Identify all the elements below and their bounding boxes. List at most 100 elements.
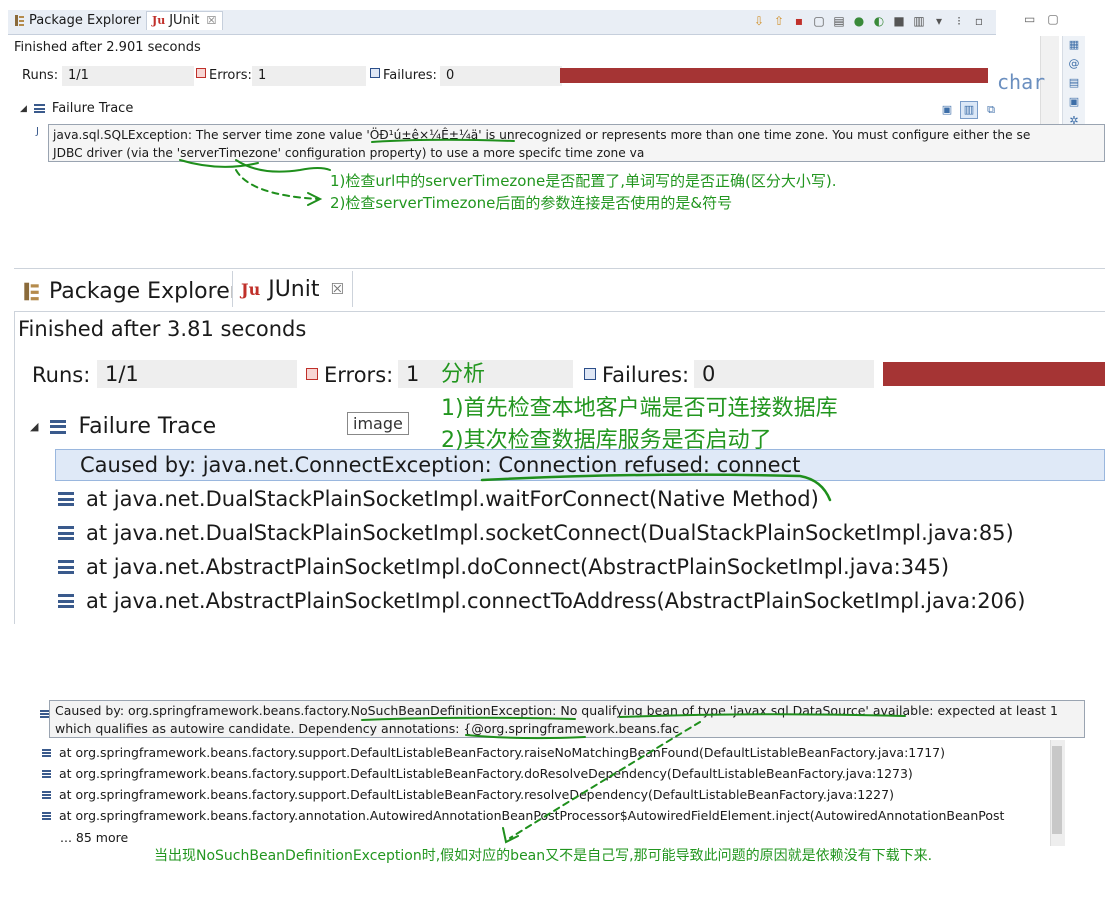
failure-trace-header: ◢ Failure Trace bbox=[30, 414, 216, 439]
failures-label: Failures: bbox=[602, 363, 690, 387]
runs-value: 1/1 bbox=[97, 360, 297, 388]
rerun-icon[interactable]: ● bbox=[852, 14, 866, 28]
trace-row[interactable]: at org.springframework.beans.factory.sup… bbox=[42, 745, 945, 760]
trace-row-text: at java.net.DualStackPlainSocketImpl.soc… bbox=[86, 521, 1014, 545]
annotation-title: 分析 bbox=[441, 362, 486, 387]
trace-row-text: at java.net.AbstractPlainSocketImpl.doCo… bbox=[86, 555, 950, 579]
errors-value: 1 bbox=[252, 66, 366, 86]
trace-row-text: at org.springframework.beans.factory.sup… bbox=[59, 787, 894, 802]
filter-stack-icon[interactable]: ▥ bbox=[960, 101, 978, 119]
maximize-icon[interactable]: ▢ bbox=[1047, 12, 1058, 26]
stack-frame-icon bbox=[58, 492, 74, 506]
stack-frame-icon bbox=[42, 748, 51, 757]
outline-icon[interactable]: ▦ bbox=[1063, 38, 1085, 51]
errors-label-group: Errors: bbox=[306, 363, 393, 387]
more-frames[interactable]: ... 85 more bbox=[60, 830, 128, 845]
tab-label: Package Explorer bbox=[49, 279, 239, 304]
selected-trace-text: Caused by: java.net.ConnectException: Co… bbox=[80, 453, 801, 477]
trace-row[interactable]: at java.net.DualStackPlainSocketImpl.wai… bbox=[58, 487, 819, 511]
junit-toolbar: ⇩ ⇧ ▪ ▢ ▤ ● ◐ ■ ▥ ▾ ⁝ ▫ bbox=[752, 14, 986, 28]
finished-status: Finished after 3.81 seconds bbox=[18, 317, 307, 341]
trace-row[interactable]: at org.springframework.beans.factory.ann… bbox=[42, 808, 1004, 823]
exception-tooltip: Caused by: org.springframework.beans.fac… bbox=[49, 700, 1085, 738]
show-failures-only-icon[interactable]: ▪ bbox=[792, 14, 806, 28]
collapse-icon[interactable]: ◢ bbox=[30, 420, 38, 433]
tab-package-explorer[interactable]: Package Explorer bbox=[14, 13, 141, 28]
history-icon[interactable]: ▤ bbox=[832, 14, 846, 28]
failures-value: 0 bbox=[440, 66, 562, 86]
at-icon[interactable]: @ bbox=[1063, 57, 1085, 70]
trace-row[interactable]: at java.net.AbstractPlainSocketImpl.doCo… bbox=[58, 555, 949, 579]
tooltip-line-1: Caused by: org.springframework.beans.fac… bbox=[55, 703, 1059, 718]
errors-value: 1 bbox=[398, 360, 573, 388]
tab-label: JUnit bbox=[169, 13, 200, 28]
failure-trace-header: ◢ Failure Trace bbox=[20, 101, 133, 116]
view-tab-bar: Package Explorer Ju JUnit ☒ bbox=[14, 268, 1105, 312]
stack-frame-icon bbox=[42, 790, 51, 799]
junit-icon: Ju bbox=[152, 14, 166, 27]
junit-icon: Ju bbox=[241, 279, 261, 299]
test-progress-bar bbox=[883, 362, 1105, 386]
view-tab-bar: Package Explorer Ju JUnit ☒ ⇩ ⇧ ▪ ▢ ▤ ● … bbox=[8, 10, 996, 35]
editor-text-fragment: char bbox=[997, 70, 1046, 94]
tooltip-line-1: java.sql.SQLException: The server time z… bbox=[53, 128, 1031, 142]
copy-trace-icon[interactable]: ⧉ bbox=[982, 101, 1000, 119]
stack-frame-icon bbox=[42, 769, 51, 778]
trace-row[interactable]: at java.net.AbstractPlainSocketImpl.conn… bbox=[58, 589, 1025, 613]
tooltip-line-2: which qualifies as autowire candidate. D… bbox=[55, 721, 680, 736]
view-menu-icon[interactable]: ⁝ bbox=[952, 14, 966, 28]
test-run-history-icon[interactable]: ▥ bbox=[912, 14, 926, 28]
collapse-icon[interactable]: ◢ bbox=[20, 104, 27, 114]
errors-label: Errors: bbox=[324, 363, 394, 387]
failures-label-group: Failures: bbox=[370, 68, 437, 83]
rerun-failed-first-icon[interactable]: ◐ bbox=[872, 14, 886, 28]
stack-frame-icon bbox=[58, 560, 74, 574]
task-list-icon[interactable]: ▤ bbox=[1063, 76, 1085, 89]
trace-row-text: at org.springframework.beans.factory.ann… bbox=[59, 808, 1005, 823]
tab-label: JUnit bbox=[268, 276, 320, 302]
failure-trace-label: Failure Trace bbox=[78, 414, 217, 439]
stack-frame-icon bbox=[42, 811, 51, 820]
close-icon[interactable]: ☒ bbox=[207, 14, 217, 27]
finished-status: Finished after 2.901 seconds bbox=[14, 40, 201, 55]
trace-row[interactable]: at java.net.DualStackPlainSocketImpl.soc… bbox=[58, 521, 1014, 545]
stack-trace-icon bbox=[33, 104, 45, 113]
tab-package-explorer[interactable]: Package Explorer bbox=[22, 279, 239, 304]
trace-row-text: at org.springframework.beans.factory.sup… bbox=[59, 766, 913, 781]
tooltip-line-2: JDBC driver (via the 'serverTimezone' co… bbox=[53, 146, 645, 160]
minimize-icon[interactable]: ▭ bbox=[1024, 12, 1035, 26]
previous-failure-icon[interactable]: ⇧ bbox=[772, 14, 786, 28]
tab-junit[interactable]: Ju JUnit ☒ bbox=[232, 271, 353, 307]
exception-tooltip: java.sql.SQLException: The server time z… bbox=[48, 124, 1105, 162]
stack-frame-icon bbox=[58, 594, 74, 608]
failures-label: Failures: bbox=[383, 68, 437, 83]
stop-icon[interactable]: ■ bbox=[892, 14, 906, 28]
package-explorer-icon bbox=[23, 281, 41, 302]
runs-label: Runs: bbox=[22, 68, 59, 83]
arrowhead bbox=[307, 192, 323, 206]
trace-row[interactable]: at org.springframework.beans.factory.sup… bbox=[42, 766, 913, 781]
failure-icon bbox=[584, 368, 596, 380]
stack-frame-icon bbox=[40, 710, 49, 718]
next-failure-icon[interactable]: ⇩ bbox=[752, 14, 766, 28]
compare-icon[interactable]: ▣ bbox=[938, 101, 956, 119]
dropdown-icon[interactable]: ▾ bbox=[932, 14, 946, 28]
junit-panel-timezone: Package Explorer Ju JUnit ☒ ⇩ ⇧ ▪ ▢ ▤ ● … bbox=[0, 0, 1105, 212]
annotation-note: 当出现NoSuchBeanDefinitionException时,假如对应的b… bbox=[154, 848, 933, 864]
failure-trace-label: Failure Trace bbox=[51, 101, 134, 116]
image-tooltip: image bbox=[347, 412, 409, 435]
runs-label: Runs: bbox=[32, 363, 91, 387]
error-icon bbox=[306, 368, 318, 380]
tab-junit[interactable]: Ju JUnit ☒ bbox=[146, 11, 224, 30]
close-icon[interactable]: ☒ bbox=[330, 280, 343, 298]
trace-row-icon: J bbox=[36, 126, 39, 137]
errors-label: Errors: bbox=[209, 68, 252, 83]
minimize-view-icon[interactable]: ▫ bbox=[972, 14, 986, 28]
errors-label-group: Errors: bbox=[196, 68, 252, 83]
console-icon[interactable]: ▣ bbox=[1063, 95, 1085, 108]
failures-value: 0 bbox=[694, 360, 874, 388]
scroll-lock-icon[interactable]: ▢ bbox=[812, 14, 826, 28]
trace-row[interactable]: at org.springframework.beans.factory.sup… bbox=[42, 787, 894, 802]
annotation-note-2: 2)其次检查数据库服务是否启动了 bbox=[441, 428, 772, 453]
scrollbar-thumb[interactable] bbox=[1052, 746, 1062, 834]
